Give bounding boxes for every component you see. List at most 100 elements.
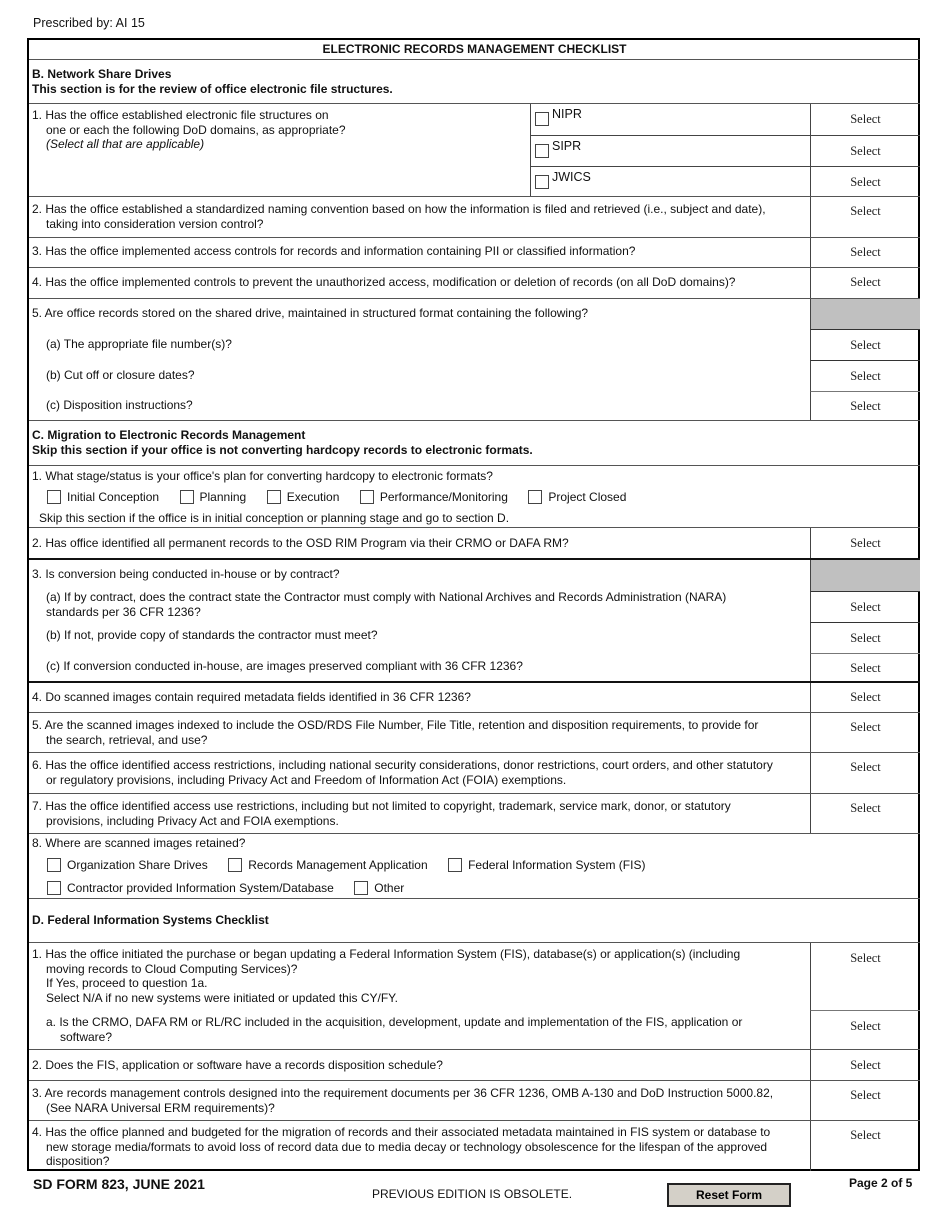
c-q7-row: 7. Has the office identified access use … xyxy=(29,793,920,833)
rma-checkbox[interactable] xyxy=(228,857,243,872)
c-q4-text: 4. Do scanned images contain required me… xyxy=(32,690,471,704)
c-q7-text-2: provisions, including Privacy Act and FO… xyxy=(46,813,339,828)
org-share-drives-checkbox[interactable] xyxy=(47,857,61,872)
page-number: Page 2 of 5 xyxy=(849,1176,913,1190)
b-q3-select[interactable]: Select xyxy=(810,238,920,268)
d-q3-row: 3. Are records management controls desig… xyxy=(29,1080,920,1120)
d-q4-text-3: disposition? xyxy=(46,1154,110,1168)
d-q2-select[interactable]: Select xyxy=(810,1050,920,1080)
c-q1-text: 1. What stage/status is your office's pl… xyxy=(32,469,493,483)
d-q1a-select[interactable]: Select xyxy=(810,1010,920,1050)
d-q2-row: 2. Does the FIS, application or software… xyxy=(29,1049,920,1080)
c-q1-note: Skip this section if the office is in in… xyxy=(39,511,510,525)
c-q1-options: Initial Conception Planning Execution Pe… xyxy=(47,488,642,506)
b-q1-row: 1. Has the office established electronic… xyxy=(29,103,920,197)
prescribed-by: Prescribed by: AI 15 xyxy=(33,16,145,30)
b-q5b-select[interactable]: Select xyxy=(810,360,920,391)
domain-sipr: SIPR xyxy=(530,135,810,166)
initial-conception-checkbox[interactable] xyxy=(47,489,61,504)
b-q3-text: 3. Has the office implemented access con… xyxy=(32,244,636,258)
c-q2-select[interactable]: Select xyxy=(810,528,920,558)
c-q3c-text: (c) If conversion conducted in-house, ar… xyxy=(46,659,523,673)
jwics-checkbox[interactable] xyxy=(535,175,549,189)
d-q4-text-2: new storage media/formats to avoid loss … xyxy=(46,1139,768,1154)
sipr-checkbox[interactable] xyxy=(535,144,549,158)
c-q5-row: 5. Are the scanned images indexed to inc… xyxy=(29,712,920,752)
planning-checkbox[interactable] xyxy=(179,489,194,504)
reset-form-button[interactable]: Reset Form xyxy=(667,1183,791,1207)
b-q5a-select[interactable]: Select xyxy=(810,329,920,360)
other-label: Other xyxy=(374,880,405,895)
d-q3-text-2: (See NARA Universal ERM requirements)? xyxy=(46,1100,275,1115)
c-q2-row: 2. Has office identified all permanent r… xyxy=(29,527,920,558)
fis-checkbox[interactable] xyxy=(448,857,463,872)
obsolete-note: PREVIOUS EDITION IS OBSOLETE. xyxy=(372,1187,573,1201)
nipr-label: NIPR xyxy=(552,107,582,122)
performance-monitoring-label: Performance/Monitoring xyxy=(379,489,508,504)
b-q2-text-2: taking into consideration version contro… xyxy=(46,216,264,231)
sipr-select[interactable]: Select xyxy=(810,135,920,166)
jwics-select[interactable]: Select xyxy=(810,166,920,197)
b-q5-row: 5. Are office records stored on the shar… xyxy=(29,298,920,421)
d-q1-text-2: moving records to Cloud Computing Servic… xyxy=(46,961,298,976)
c-q8-row: 8. Where are scanned images retained? Or… xyxy=(29,833,920,898)
b-q5c-text: (c) Disposition instructions? xyxy=(46,398,193,412)
b-q5a-text: (a) The appropriate file number(s)? xyxy=(46,337,232,351)
d-q1-text-3: If Yes, proceed to question 1a. xyxy=(46,976,208,990)
d-q4-text-1: 4. Has the office planned and budgeted f… xyxy=(32,1125,771,1139)
b-q5c-select[interactable]: Select xyxy=(810,391,920,421)
c-q5-text-1: 5. Are the scanned images indexed to inc… xyxy=(32,718,759,732)
b-q2-text-1: 2. Has the office established a standard… xyxy=(32,202,766,216)
c-q5-text-2: the search, retrieval, and use? xyxy=(46,732,208,747)
other-checkbox[interactable] xyxy=(354,880,369,895)
d-q2-text: 2. Does the FIS, application or software… xyxy=(32,1058,443,1072)
d-q4-select[interactable]: Select xyxy=(810,1121,920,1171)
d-q1a-text-1: a. Is the CRMO, DAFA RM or RL/RC include… xyxy=(46,1015,743,1029)
c-q4-row: 4. Do scanned images contain required me… xyxy=(29,681,920,712)
planning-label: Planning xyxy=(199,489,247,504)
contractor-system-checkbox[interactable] xyxy=(47,880,61,895)
c-q4-select[interactable]: Select xyxy=(810,683,920,712)
d-q1-text-1: 1. Has the office initiated the purchase… xyxy=(32,947,741,961)
org-share-drives-label: Organization Share Drives xyxy=(67,857,208,872)
sipr-label: SIPR xyxy=(552,139,582,154)
form-id: SD FORM 823, JUNE 2021 xyxy=(33,1176,205,1192)
c-q8-text: 8. Where are scanned images retained? xyxy=(32,836,246,850)
b-q3-row: 3. Has the office implemented access con… xyxy=(29,237,920,268)
initial-conception-label: Initial Conception xyxy=(67,489,160,504)
c-q6-select[interactable]: Select xyxy=(810,753,920,793)
c-q6-text-1: 6. Has the office identified access rest… xyxy=(32,758,773,772)
form-title: ELECTRONIC RECORDS MANAGEMENT CHECKLIST xyxy=(322,42,627,56)
section-c-subheading: Skip this section if your office is not … xyxy=(32,443,533,457)
c-q8-options-row2: Contractor provided Information System/D… xyxy=(47,879,420,897)
b-q5b-text: (b) Cut off or closure dates? xyxy=(46,368,195,382)
c-q1-row: 1. What stage/status is your office's pl… xyxy=(29,465,920,527)
c-q3a-text-2: standards per 36 CFR 1236? xyxy=(46,604,201,619)
d-q1-text-4: Select N/A if no new systems were initia… xyxy=(46,990,398,1005)
project-closed-checkbox[interactable] xyxy=(528,489,543,504)
c-q7-select[interactable]: Select xyxy=(810,794,920,833)
b-q4-row: 4. Has the office implemented controls t… xyxy=(29,267,920,298)
b-q4-select[interactable]: Select xyxy=(810,268,920,298)
d-q3-select[interactable]: Select xyxy=(810,1081,920,1120)
c-q3-gray-cell xyxy=(810,560,920,591)
c-q3a-select[interactable]: Select xyxy=(810,591,920,622)
d-q1-select[interactable]: Select xyxy=(810,943,920,1010)
nipr-select[interactable]: Select xyxy=(810,104,920,135)
b-q2-select[interactable]: Select xyxy=(810,197,920,237)
c-q3b-select[interactable]: Select xyxy=(810,622,920,653)
nipr-checkbox[interactable] xyxy=(535,112,549,126)
c-q3c-select[interactable]: Select xyxy=(810,653,920,683)
contractor-system-label: Contractor provided Information System/D… xyxy=(67,880,334,895)
performance-monitoring-checkbox[interactable] xyxy=(359,489,374,504)
project-closed-label: Project Closed xyxy=(548,489,627,504)
c-q3a-text-1: (a) If by contract, does the contract st… xyxy=(46,590,727,604)
section-b-heading: B. Network Share Drives xyxy=(32,67,172,81)
section-d-header: D. Federal Information Systems Checklist xyxy=(29,898,920,942)
c-q5-select[interactable]: Select xyxy=(810,713,920,752)
b-q4-text: 4. Has the office implemented controls t… xyxy=(32,275,736,289)
d-q1a-text-2: software? xyxy=(60,1029,113,1044)
b-q5-text: 5. Are office records stored on the shar… xyxy=(32,306,589,320)
execution-checkbox[interactable] xyxy=(266,489,281,504)
fis-label: Federal Information System (FIS) xyxy=(468,857,646,872)
